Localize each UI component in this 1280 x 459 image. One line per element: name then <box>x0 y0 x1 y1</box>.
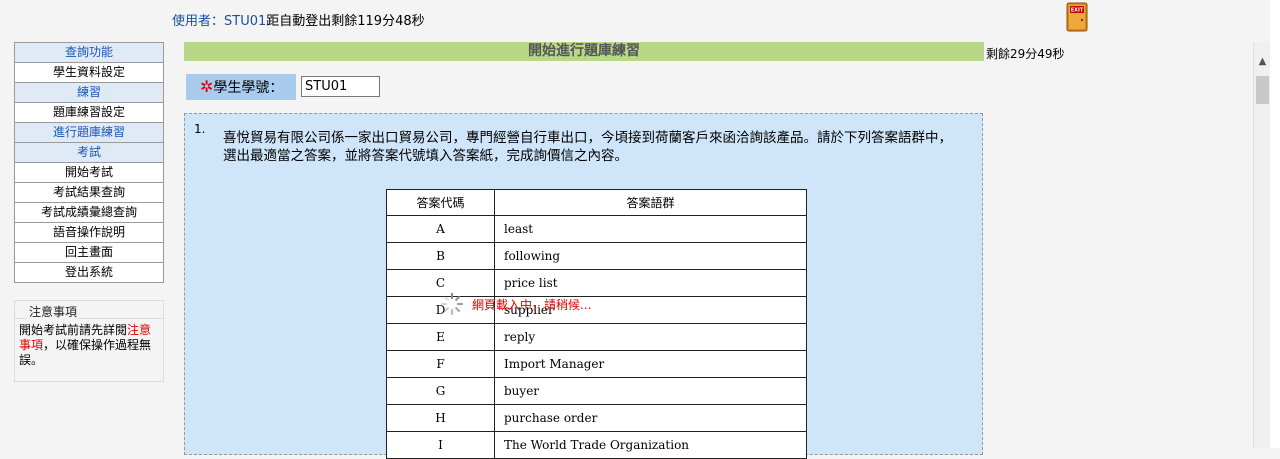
table-row: Hpurchase order <box>386 404 807 432</box>
table-row: Aleast <box>386 215 807 243</box>
user-label: 使用者： <box>172 14 225 29</box>
notes-title: 注意事項 <box>27 303 80 320</box>
question-text: 喜悅貿易有限公司係一家出口貿易公司，專門經營自行車出口，今頃接到荷蘭客戶來函洽詢… <box>223 130 952 164</box>
vertical-scrollbar[interactable]: ▲ <box>1253 42 1271 448</box>
sidebar-menu: 查詢功能 學生資料設定 練習 題庫練習設定 進行題庫練習 考試 開始考試 考試結果查詢 考試成績… <box>14 42 164 283</box>
svg-text:EXIT: EXIT <box>1071 8 1084 14</box>
auto-logout-countdown: 距自動登出剩餘119分48秒 <box>266 14 425 29</box>
sidebar-item[interactable]: 學生資料設定 <box>14 63 164 83</box>
answer-phrase: Import Manager <box>494 350 807 378</box>
page-title: 開始進行題庫練習 <box>184 42 984 61</box>
answer-code: G <box>386 377 495 405</box>
loading-indicator: 網頁載入中，請稍候... <box>440 292 591 316</box>
loading-text: 網頁載入中，請稍候... <box>472 297 592 312</box>
student-id-input[interactable] <box>301 76 380 97</box>
remaining-time: 剩餘29分49秒 <box>986 47 1065 61</box>
user-info-bar: 使用者：STU01距自動登出剩餘119分48秒 <box>172 10 425 29</box>
sidebar-item[interactable]: 開始考試 <box>14 163 164 183</box>
sidebar-item[interactable]: 練習 <box>14 83 164 103</box>
table-row: I The World Trade Organization <box>386 431 807 459</box>
sidebar-item[interactable]: 考試結果查詢 <box>14 183 164 203</box>
question-number: 1. <box>194 122 206 136</box>
table-row: Gbuyer <box>386 377 807 405</box>
answer-table: 答案代碼 答案語群 Aleast Bfollowing Cprice list Dsu… <box>386 189 807 459</box>
sidebar-item[interactable]: 進行題庫練習 <box>14 123 164 143</box>
answer-code: I <box>386 431 495 459</box>
answer-code: E <box>386 323 495 351</box>
answer-phrase: buyer <box>494 377 807 405</box>
user-id: STU01 <box>224 14 267 29</box>
answer-phrase: least <box>494 215 807 243</box>
exit-icon[interactable]: EXIT <box>1064 1 1090 32</box>
answer-code: H <box>386 404 495 432</box>
student-id-label: ✲學生學號： <box>186 74 296 100</box>
sidebar-item[interactable]: 考試成績彙總查詢 <box>14 203 164 223</box>
answer-code: B <box>386 242 495 270</box>
scroll-thumb[interactable] <box>1256 76 1269 104</box>
answer-code: A <box>386 215 495 243</box>
answer-phrase: purchase order <box>494 404 807 432</box>
notes-panel: 注意事項 開始考試前請先詳閱注意事項，以確保操作過程無誤。 <box>14 300 164 382</box>
table-row: Bfollowing <box>386 242 807 270</box>
sidebar-item[interactable]: 題庫練習設定 <box>14 103 164 123</box>
sidebar-item[interactable]: 查詢功能 <box>14 42 164 63</box>
sidebar-item[interactable]: 回主畫面 <box>14 243 164 263</box>
answer-phrase: reply <box>494 323 807 351</box>
column-header-code: 答案代碼 <box>386 189 495 216</box>
sidebar-item[interactable]: 登出系統 <box>14 263 164 283</box>
notes-text: 開始考試前請先詳閱注意事項，以確保操作過程無誤。 <box>19 323 152 367</box>
sidebar-item[interactable]: 考試 <box>14 143 164 163</box>
spinner-icon <box>440 292 464 316</box>
sidebar-item[interactable]: 語音操作說明 <box>14 223 164 243</box>
answer-phrase: following <box>494 242 807 270</box>
required-mark-icon: ✲ <box>200 77 214 96</box>
table-row: F Import Manager <box>386 350 807 378</box>
question-panel: 1. 喜悅貿易有限公司係一家出口貿易公司，專門經營自行車出口，今頃接到荷蘭客戶來… <box>184 113 983 459</box>
answer-code: F <box>386 350 495 378</box>
column-header-phrase: 答案語群 <box>494 189 807 216</box>
table-row: Ereply <box>386 323 807 351</box>
answer-phrase: The World Trade Organization <box>494 431 807 459</box>
scroll-up-icon[interactable]: ▲ <box>1254 56 1271 72</box>
